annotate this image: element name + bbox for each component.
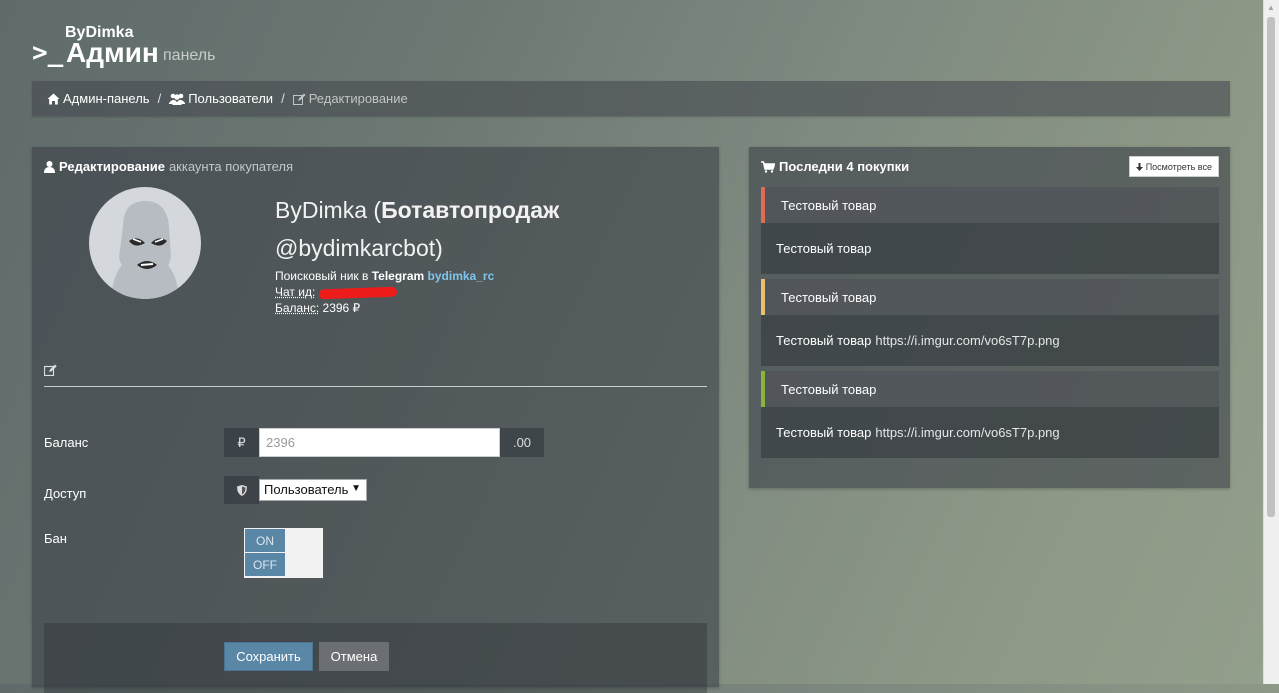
ban-toggle[interactable]: ON OFF bbox=[244, 528, 323, 578]
scroll-up-icon[interactable]: ▲ bbox=[1267, 4, 1275, 12]
profile-name: ByDimka (Ботавтопродаж bbox=[275, 191, 559, 229]
breadcrumb-separator: / bbox=[158, 91, 162, 106]
purchase-item[interactable]: Тестовый товар Тестовый товар https://i.i… bbox=[761, 279, 1219, 366]
breadcrumb-users[interactable]: Пользователи bbox=[169, 91, 273, 106]
recent-purchases-panel: Последни 4 покупки Посмотреть все Тестов… bbox=[749, 147, 1230, 488]
purchase-item[interactable]: Тестовый товар Тестовый товар bbox=[761, 187, 1219, 274]
site-subtitle: панель bbox=[163, 47, 215, 65]
arrow-down-icon bbox=[1136, 163, 1143, 171]
users-icon bbox=[169, 93, 185, 105]
breadcrumb-edit-label: Редактирование bbox=[309, 91, 408, 106]
purchase-url[interactable]: https://i.imgur.com/vo6sT7p.png bbox=[875, 425, 1059, 440]
view-all-button[interactable]: Посмотреть все bbox=[1129, 156, 1219, 177]
user-edit-panel: Редактирование аккаунта покупателя ByDim… bbox=[32, 147, 719, 687]
chat-id-line: Чат ид: bbox=[275, 284, 559, 300]
scrollbar-thumb[interactable] bbox=[1267, 17, 1275, 517]
page-scrollbar[interactable]: ▲ bbox=[1263, 0, 1279, 684]
site-title: Админ bbox=[66, 37, 159, 69]
panel-heading: Редактирование аккаунта покупателя bbox=[44, 159, 293, 174]
purchase-body: Тестовый товар https://i.imgur.com/vo6sT7… bbox=[761, 315, 1219, 366]
user-icon bbox=[44, 161, 55, 173]
access-select[interactable]: Пользователь ▼ bbox=[259, 479, 367, 501]
terminal-prompt-icon: >_ bbox=[32, 40, 63, 66]
masked-user-avatar-icon bbox=[89, 187, 201, 299]
save-button[interactable]: Сохранить bbox=[224, 642, 313, 671]
purchase-item[interactable]: Тестовый товар Тестовый товар https://i.i… bbox=[761, 371, 1219, 458]
access-label: Доступ bbox=[44, 486, 86, 501]
ban-toggle-on[interactable]: ON bbox=[245, 529, 285, 552]
home-icon bbox=[47, 93, 60, 105]
redacted-chat-id bbox=[319, 286, 397, 299]
telegram-nick-link[interactable]: bydimka_rc bbox=[428, 269, 495, 283]
ruble-icon: ₽ bbox=[224, 428, 259, 457]
purchase-title: Тестовый товар bbox=[761, 279, 1219, 315]
edit-icon bbox=[293, 93, 306, 105]
panel-heading-muted: аккаунта покупателя bbox=[169, 159, 293, 174]
purchase-body: Тестовый товар https://i.imgur.com/vo6sT7… bbox=[761, 407, 1219, 458]
breadcrumb-admin[interactable]: Админ-панель bbox=[47, 91, 150, 106]
panel-heading-bold: Редактирование bbox=[59, 159, 165, 174]
profile-username: @bydimkarcbot) bbox=[275, 229, 559, 267]
purchases-heading: Последни 4 покупки bbox=[761, 159, 909, 174]
telegram-line: Поисковый ник в Telegram bydimka_rc bbox=[275, 268, 559, 284]
shield-icon bbox=[224, 476, 259, 504]
profile-info: ByDimka (Ботавтопродаж @bydimkarcbot) По… bbox=[275, 191, 559, 316]
breadcrumb-edit: Редактирование bbox=[293, 91, 408, 106]
purchase-title: Тестовый товар bbox=[761, 187, 1219, 223]
cancel-button[interactable]: Отмена bbox=[319, 642, 389, 671]
cart-icon bbox=[761, 161, 775, 173]
breadcrumb-admin-label: Админ-панель bbox=[63, 91, 150, 106]
access-group: Пользователь ▼ bbox=[224, 476, 367, 504]
ban-toggle-off[interactable]: OFF bbox=[245, 553, 285, 576]
edit-icon[interactable] bbox=[44, 363, 58, 381]
balance-input[interactable] bbox=[259, 428, 500, 457]
ban-label: Бан bbox=[44, 531, 67, 546]
balance-suffix: .00 bbox=[500, 428, 544, 457]
avatar bbox=[89, 187, 201, 299]
balance-line: Баланс: 2396 ₽ bbox=[275, 300, 559, 316]
purchase-body: Тестовый товар bbox=[761, 223, 1219, 274]
breadcrumb: Админ-панель / Пользователи / Редактиров… bbox=[32, 81, 1230, 116]
divider bbox=[44, 386, 707, 387]
purchase-url[interactable]: https://i.imgur.com/vo6sT7p.png bbox=[875, 333, 1059, 348]
breadcrumb-users-label: Пользователи bbox=[188, 91, 273, 106]
breadcrumb-separator: / bbox=[281, 91, 285, 106]
balance-input-group: ₽ .00 bbox=[224, 428, 544, 457]
balance-label: Баланс bbox=[44, 435, 88, 450]
dropdown-caret-icon: ▼ bbox=[351, 483, 361, 494]
purchase-title: Тестовый товар bbox=[761, 371, 1219, 407]
